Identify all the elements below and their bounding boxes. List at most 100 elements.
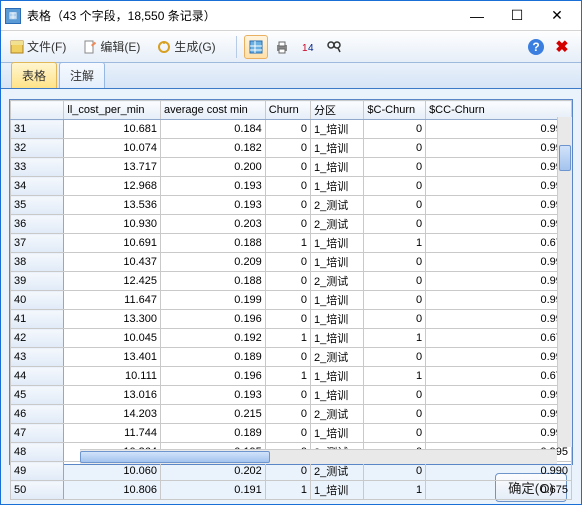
row-header[interactable]: 44 [11, 367, 64, 386]
cell[interactable]: 1 [265, 367, 310, 386]
col-header[interactable]: Churn [265, 101, 310, 120]
col-header[interactable] [11, 101, 64, 120]
table-row[interactable]: 4313.4010.18902_测试00.995 [11, 348, 572, 367]
cell[interactable]: 0.990 [426, 139, 572, 158]
grid-tool-button[interactable] [244, 35, 268, 59]
cell[interactable]: 10.060 [64, 462, 161, 481]
cell[interactable]: 1_培训 [311, 424, 364, 443]
cell[interactable]: 0.196 [161, 310, 266, 329]
cell[interactable]: 0.196 [161, 367, 266, 386]
cell[interactable]: 0.193 [161, 386, 266, 405]
scroll-thumb-h[interactable] [80, 451, 270, 463]
cell[interactable]: 0.193 [161, 177, 266, 196]
cell[interactable]: 2_测试 [311, 462, 364, 481]
cell[interactable]: 0.995 [426, 120, 572, 139]
cell[interactable]: 0.995 [426, 348, 572, 367]
table-row[interactable]: 4210.0450.19211_培训10.675 [11, 329, 572, 348]
cell[interactable]: 0.990 [426, 272, 572, 291]
table-row[interactable]: 4410.1110.19611_培训10.675 [11, 367, 572, 386]
row-header[interactable]: 33 [11, 158, 64, 177]
cell[interactable]: 0 [265, 158, 310, 177]
cell[interactable]: 0.995 [426, 424, 572, 443]
generate-menu[interactable]: 生成(G) [154, 36, 217, 57]
cell[interactable]: 0.990 [426, 462, 572, 481]
cell[interactable]: 0.675 [426, 234, 572, 253]
cell[interactable]: 0 [364, 158, 426, 177]
cell[interactable]: 0 [265, 348, 310, 367]
cell[interactable]: 0 [265, 120, 310, 139]
cell[interactable]: 0 [265, 405, 310, 424]
cell[interactable]: 10.111 [64, 367, 161, 386]
row-header[interactable]: 35 [11, 196, 64, 215]
cell[interactable]: 0.189 [161, 348, 266, 367]
cell[interactable]: 0 [265, 462, 310, 481]
cell[interactable]: 10.681 [64, 120, 161, 139]
cell[interactable]: 1 [364, 481, 426, 500]
cell[interactable]: 0.990 [426, 291, 572, 310]
tab-annot[interactable]: 注解 [59, 62, 105, 88]
cell[interactable]: 10.437 [64, 253, 161, 272]
cell[interactable]: 1_培训 [311, 177, 364, 196]
cell[interactable]: 0 [364, 348, 426, 367]
cell[interactable]: 1 [265, 234, 310, 253]
cell[interactable]: 2_测试 [311, 196, 364, 215]
cell[interactable]: 0 [364, 120, 426, 139]
cell[interactable]: 0.990 [426, 177, 572, 196]
cell[interactable]: 1 [364, 234, 426, 253]
cell[interactable]: 0.995 [426, 405, 572, 424]
cell[interactable]: 0.193 [161, 196, 266, 215]
cell[interactable]: 1_培训 [311, 310, 364, 329]
cell[interactable]: 13.300 [64, 310, 161, 329]
cell[interactable]: 0.203 [161, 215, 266, 234]
row-header[interactable]: 45 [11, 386, 64, 405]
cell[interactable]: 11.647 [64, 291, 161, 310]
table-row[interactable]: 4711.7440.18901_培训00.995 [11, 424, 572, 443]
cell[interactable]: 11.744 [64, 424, 161, 443]
row-header[interactable]: 34 [11, 177, 64, 196]
table-row[interactable]: 3610.9300.20302_测试00.995 [11, 215, 572, 234]
cell[interactable]: 1 [265, 481, 310, 500]
cell[interactable]: 0.990 [426, 196, 572, 215]
minimize-button[interactable]: — [457, 3, 497, 29]
table-row[interactable]: 3313.7170.20001_培训00.995 [11, 158, 572, 177]
cell[interactable]: 1_培训 [311, 120, 364, 139]
col-header[interactable]: ll_cost_per_min [64, 101, 161, 120]
help-button[interactable]: ? [524, 35, 548, 59]
cell[interactable]: 1_培训 [311, 158, 364, 177]
cell[interactable]: 0.209 [161, 253, 266, 272]
row-header[interactable]: 41 [11, 310, 64, 329]
scroll-thumb-v[interactable] [559, 145, 571, 171]
cell[interactable]: 0.191 [161, 481, 266, 500]
table-row[interactable]: 3110.6810.18401_培训00.995 [11, 120, 572, 139]
cell[interactable]: 0.995 [426, 253, 572, 272]
cell[interactable]: 0.188 [161, 234, 266, 253]
row-header[interactable]: 48 [11, 443, 64, 462]
table-row[interactable]: 3810.4370.20901_培训00.995 [11, 253, 572, 272]
cell[interactable]: 1_培训 [311, 481, 364, 500]
table-row[interactable]: 4614.2030.21502_测试00.995 [11, 405, 572, 424]
cell[interactable]: 0 [265, 424, 310, 443]
cell[interactable]: 0 [364, 386, 426, 405]
cell[interactable]: 1_培训 [311, 234, 364, 253]
cell[interactable]: 1_培训 [311, 253, 364, 272]
cell[interactable]: 0 [364, 291, 426, 310]
row-header[interactable]: 31 [11, 120, 64, 139]
find-tool-button[interactable] [322, 35, 346, 59]
cell[interactable]: 0.182 [161, 139, 266, 158]
cell[interactable]: 0 [364, 462, 426, 481]
table-row[interactable]: 4910.0600.20202_测试00.990 [11, 462, 572, 481]
cell[interactable]: 0.995 [426, 386, 572, 405]
cell[interactable]: 0.189 [161, 424, 266, 443]
tab-table[interactable]: 表格 [11, 62, 57, 88]
cell[interactable]: 0.188 [161, 272, 266, 291]
row-header[interactable]: 38 [11, 253, 64, 272]
table-row[interactable]: 5010.8060.19111_培训10.675 [11, 481, 572, 500]
cell[interactable]: 2_测试 [311, 348, 364, 367]
table-row[interactable]: 4113.3000.19601_培训00.990 [11, 310, 572, 329]
cell[interactable]: 0 [265, 196, 310, 215]
cell[interactable]: 0.215 [161, 405, 266, 424]
cell[interactable]: 0 [364, 253, 426, 272]
cell[interactable]: 0.202 [161, 462, 266, 481]
row-header[interactable]: 47 [11, 424, 64, 443]
cell[interactable]: 0.995 [426, 215, 572, 234]
